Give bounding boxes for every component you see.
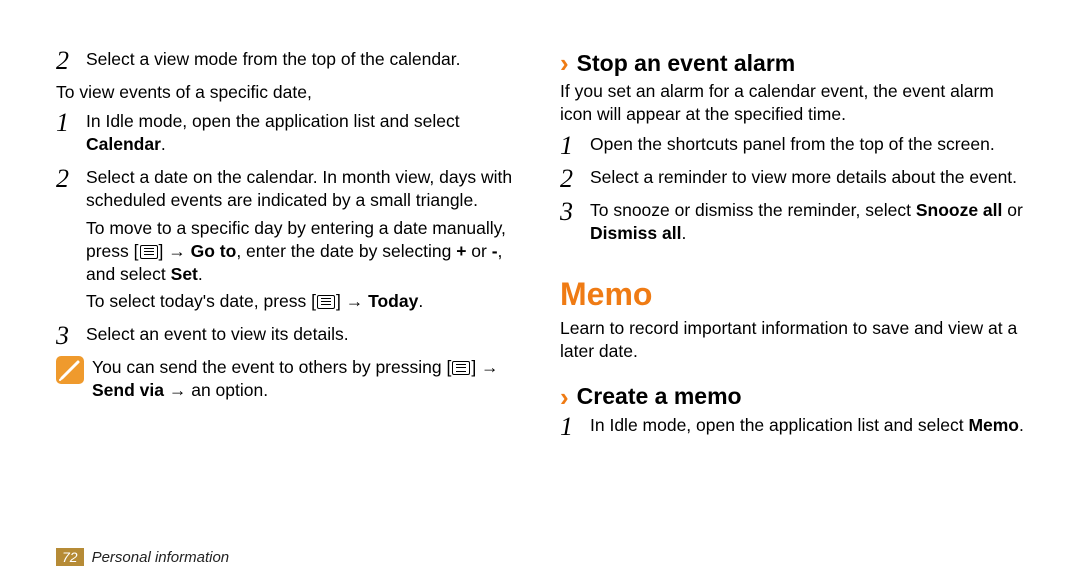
step-number: 2 [56, 48, 86, 75]
intro-line: To view events of a specific date, [56, 81, 520, 104]
stop-intro: If you set an alarm for a calendar event… [560, 80, 1024, 126]
step-body: Open the shortcuts panel from the top of… [590, 133, 1024, 160]
step-number: 2 [56, 166, 86, 317]
step-body: Select an event to view its details. [86, 323, 520, 350]
section-name: Personal information [92, 549, 230, 566]
left-column: 2 Select a view mode from the top of the… [56, 48, 520, 447]
stop-step-1: 1 Open the shortcuts panel from the top … [560, 133, 1024, 160]
page-number: 72 [56, 548, 84, 566]
memo-intro: Learn to record important information to… [560, 317, 1024, 363]
step-number: 3 [56, 323, 86, 350]
heading-text: Create a memo [577, 381, 742, 411]
note-text: You can send the event to others by pres… [92, 356, 520, 402]
menu-icon [317, 295, 335, 309]
substep-1: 1 In Idle mode, open the application lis… [56, 110, 520, 160]
substep-3: 3 Select an event to view its details. [56, 323, 520, 350]
note-block: You can send the event to others by pres… [56, 356, 520, 402]
chevron-right-icon: › [560, 384, 569, 410]
page-footer: 72 Personal information [56, 548, 229, 566]
note-body: You can send the event to others by pres… [92, 356, 520, 402]
heading-stop-alarm: › Stop an event alarm [560, 48, 1024, 78]
chevron-right-icon: › [560, 50, 569, 76]
menu-icon [452, 361, 470, 375]
heading-text: Stop an event alarm [577, 48, 796, 78]
substep-2: 2 Select a date on the calendar. In mont… [56, 166, 520, 317]
step-text: To move to a specific day by entering a … [86, 217, 520, 286]
step-text: Select a view mode from the top of the c… [86, 48, 520, 71]
step-text: Select a reminder to view more details a… [590, 166, 1024, 189]
heading-create-memo: › Create a memo [560, 381, 1024, 411]
step-body: In Idle mode, open the application list … [590, 414, 1024, 441]
step-text: Select an event to view its details. [86, 323, 520, 346]
step-number: 3 [560, 199, 590, 249]
step-body: In Idle mode, open the application list … [86, 110, 520, 160]
step-body: Select a date on the calendar. In month … [86, 166, 520, 317]
step-text: Select a date on the calendar. In month … [86, 166, 520, 212]
stop-step-2: 2 Select a reminder to view more details… [560, 166, 1024, 193]
step-number: 1 [560, 133, 590, 160]
step-text: In Idle mode, open the application list … [590, 414, 1024, 437]
step-number: 2 [560, 166, 590, 193]
stop-step-3: 3 To snooze or dismiss the reminder, sel… [560, 199, 1024, 249]
step-number: 1 [56, 110, 86, 160]
heading-memo: Memo [560, 273, 1024, 315]
step-text: Open the shortcuts panel from the top of… [590, 133, 1024, 156]
right-column: › Stop an event alarm If you set an alar… [560, 48, 1024, 447]
step-2: 2 Select a view mode from the top of the… [56, 48, 520, 75]
step-number: 1 [560, 414, 590, 441]
note-icon [56, 356, 84, 384]
create-step-1: 1 In Idle mode, open the application lis… [560, 414, 1024, 441]
step-text: To select today's date, press [] → Today… [86, 290, 520, 313]
step-text: To snooze or dismiss the reminder, selec… [590, 199, 1024, 245]
menu-icon [140, 245, 158, 259]
step-body: Select a view mode from the top of the c… [86, 48, 520, 75]
step-body: Select a reminder to view more details a… [590, 166, 1024, 193]
page-columns: 2 Select a view mode from the top of the… [56, 48, 1024, 447]
step-body: To snooze or dismiss the reminder, selec… [590, 199, 1024, 249]
step-text: In Idle mode, open the application list … [86, 110, 520, 156]
